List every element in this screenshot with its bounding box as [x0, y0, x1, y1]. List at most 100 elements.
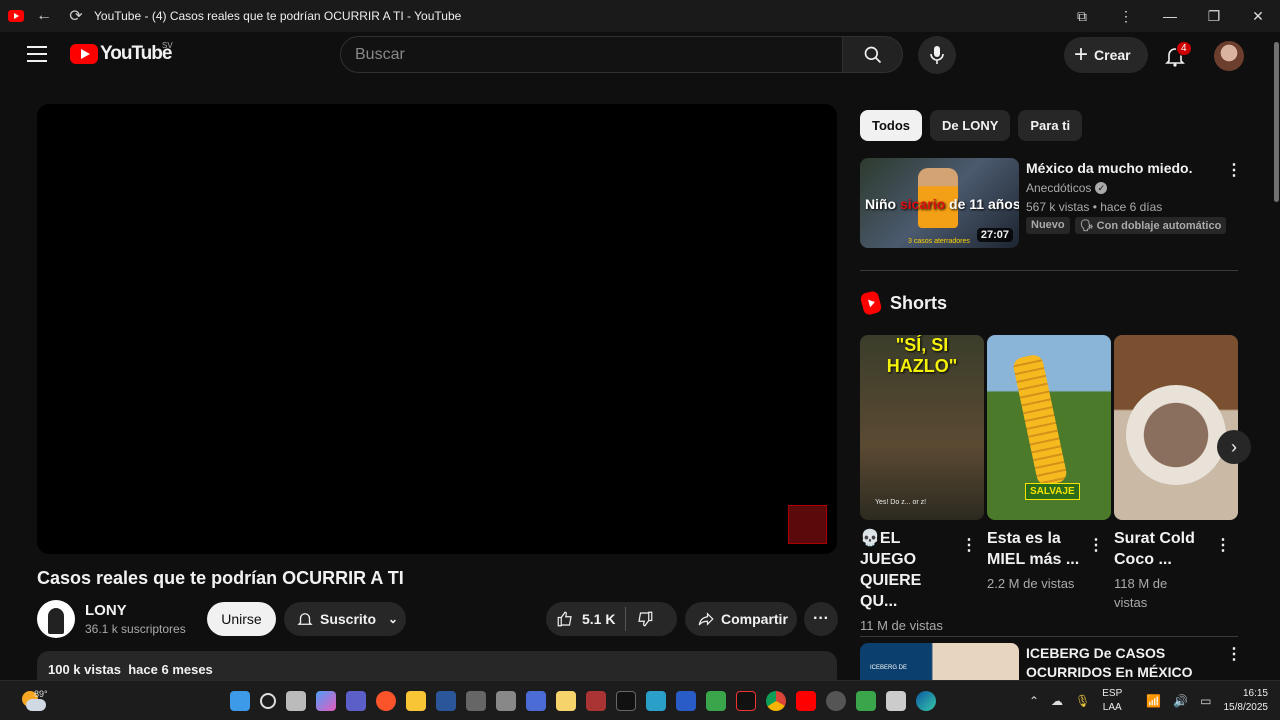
edge-icon[interactable]: [916, 691, 936, 711]
dubbing-icon: 🗣: [1079, 220, 1097, 232]
wifi-icon[interactable]: 📶: [1146, 694, 1161, 708]
short-item[interactable]: Surat Cold Coco ... 118 M de vistas ⋮: [1114, 335, 1238, 612]
app-icon[interactable]: [496, 691, 516, 711]
reload-icon[interactable]: ⟳: [64, 6, 88, 26]
create-button[interactable]: + Crear: [1064, 37, 1148, 73]
dubbing-badge: 🗣 Con doblaje automático: [1074, 217, 1227, 234]
app-icon[interactable]: [586, 691, 606, 711]
notes-icon[interactable]: [556, 691, 576, 711]
shorts-next-button[interactable]: ›: [1217, 430, 1251, 464]
extensions-icon[interactable]: ⧉: [1060, 8, 1104, 25]
search-icon[interactable]: [260, 693, 276, 709]
short-options-icon[interactable]: ⋮: [1215, 535, 1231, 555]
teams-icon[interactable]: [346, 691, 366, 711]
back-arrow-icon[interactable]: ←: [32, 7, 56, 25]
short-overlay-text: "SÍ, SI HAZLO": [886, 335, 958, 376]
voice-search-button[interactable]: [918, 36, 956, 74]
app-icon[interactable]: [646, 691, 666, 711]
microphone-icon[interactable]: 🎙: [1075, 694, 1090, 708]
volume-icon[interactable]: 🔊: [1173, 694, 1188, 708]
onedrive-icon[interactable]: ☁: [1051, 694, 1063, 708]
chevron-down-icon: ⌄: [388, 612, 399, 626]
maximize-button[interactable]: ❐: [1192, 8, 1236, 25]
chip-todos[interactable]: Todos: [860, 110, 923, 141]
channel-name[interactable]: LONY: [85, 602, 127, 619]
search-button[interactable]: [843, 36, 903, 73]
task-view-icon[interactable]: [286, 691, 306, 711]
youtube-header: YouTube SV + Crear 4: [0, 32, 1272, 78]
chip-para-ti[interactable]: Para ti: [1018, 110, 1083, 141]
section-divider: [860, 270, 1238, 271]
create-label: Crear: [1094, 47, 1131, 63]
subscribed-label: Suscrito: [320, 611, 377, 627]
short-title[interactable]: 💀EL JUEGO QUIERE QU...: [860, 528, 960, 612]
recommended-title[interactable]: México da mucho miedo.: [1026, 160, 1192, 176]
short-thumbnail[interactable]: SALVAJE: [987, 335, 1111, 520]
app-icon[interactable]: [886, 691, 906, 711]
short-thumbnail[interactable]: [1114, 335, 1238, 520]
x-icon[interactable]: [616, 691, 636, 711]
video-thumbnail[interactable]: Niño sicario de 11 años 3 casos aterrado…: [860, 158, 1019, 248]
short-title[interactable]: Surat Cold Coco ...: [1114, 528, 1214, 570]
more-actions-button[interactable]: ···: [804, 602, 838, 636]
join-button[interactable]: Unirse: [207, 602, 276, 636]
shorts-icon: [859, 290, 883, 316]
search-box[interactable]: [340, 36, 843, 73]
youtube-icon[interactable]: [796, 691, 816, 711]
clock[interactable]: 16:15 15/8/2025: [1224, 687, 1269, 715]
app-icon[interactable]: [856, 691, 876, 711]
share-button[interactable]: Compartir: [685, 602, 797, 636]
short-views: 2.2 M de vistas: [987, 576, 1075, 591]
account-avatar[interactable]: [1214, 41, 1244, 71]
thumbs-up-icon[interactable]: [556, 610, 574, 628]
file-explorer-icon[interactable]: [406, 691, 426, 711]
chrome-icon[interactable]: [766, 691, 786, 711]
chip-de-lony[interactable]: De LONY: [930, 110, 1011, 141]
window-menu-icon[interactable]: ⋮: [1104, 8, 1148, 25]
calculator-icon[interactable]: [466, 691, 486, 711]
youtube-logo[interactable]: YouTube SV: [70, 41, 173, 65]
short-title[interactable]: Esta es la MIEL más ...: [987, 528, 1087, 570]
weather-temperature: 89°: [34, 689, 48, 699]
short-overlay-text: SALVAJE: [1025, 483, 1080, 500]
recommended-channel[interactable]: Anecdóticos ✓: [1026, 181, 1108, 195]
short-item[interactable]: "SÍ, SI HAZLO" Yes! Do z... or z! 💀EL JU…: [860, 335, 984, 635]
battery-icon[interactable]: ▭: [1200, 694, 1211, 708]
short-views: 11 M de vistas: [860, 618, 943, 633]
video-options-icon[interactable]: ⋮: [1226, 644, 1242, 664]
system-tray: ⌃ ☁ 🎙 ESP LAA 📶 🔊 ▭ 16:15 15/8/2025: [1029, 681, 1280, 720]
close-button[interactable]: ✕: [1236, 8, 1280, 25]
thumbs-down-icon[interactable]: [636, 610, 654, 628]
short-options-icon[interactable]: ⋮: [1088, 535, 1104, 555]
logo-text: YouTube: [100, 43, 172, 64]
app-icon[interactable]: [706, 691, 726, 711]
brave-browser-icon[interactable]: [376, 691, 396, 711]
input-language[interactable]: ESP LAA: [1102, 687, 1122, 715]
windows-start-icon[interactable]: [230, 691, 250, 711]
subscribed-button[interactable]: Suscrito ⌄: [284, 602, 406, 636]
chevron-up-icon[interactable]: ⌃: [1029, 694, 1039, 708]
tiktok-icon[interactable]: [736, 691, 756, 711]
app-icon[interactable]: [826, 691, 846, 711]
word-icon[interactable]: [436, 691, 456, 711]
short-thumbnail[interactable]: "SÍ, SI HAZLO" Yes! Do z... or z!: [860, 335, 984, 520]
app-icon[interactable]: [526, 691, 546, 711]
recommended-title[interactable]: ICEBERG De CASOS OCURRIDOS En MÉXICO: [1026, 644, 1216, 682]
video-options-icon[interactable]: ⋮: [1226, 160, 1242, 180]
app-icon[interactable]: [676, 691, 696, 711]
recommended-video[interactable]: Niño sicario de 11 años 3 casos aterrado…: [860, 158, 1242, 248]
video-thumbnail[interactable]: ICEBERG DE: [860, 643, 1019, 683]
channel-avatar[interactable]: [37, 600, 75, 638]
video-player[interactable]: [37, 104, 837, 554]
scrollbar-thumb[interactable]: [1274, 42, 1279, 202]
search-input[interactable]: [355, 45, 842, 64]
short-item[interactable]: SALVAJE Esta es la MIEL más ... 2.2 M de…: [987, 335, 1111, 593]
copilot-icon[interactable]: [316, 691, 336, 711]
thumbnail-text: Niño sicario de 11 años: [865, 196, 1019, 212]
short-options-icon[interactable]: ⋮: [961, 535, 977, 555]
hamburger-menu-icon[interactable]: [27, 46, 47, 62]
channel-watermark[interactable]: [788, 505, 827, 544]
like-count[interactable]: 5.1 K: [582, 611, 615, 627]
page-scrollbar[interactable]: [1272, 32, 1280, 680]
minimize-button[interactable]: —: [1148, 8, 1192, 24]
